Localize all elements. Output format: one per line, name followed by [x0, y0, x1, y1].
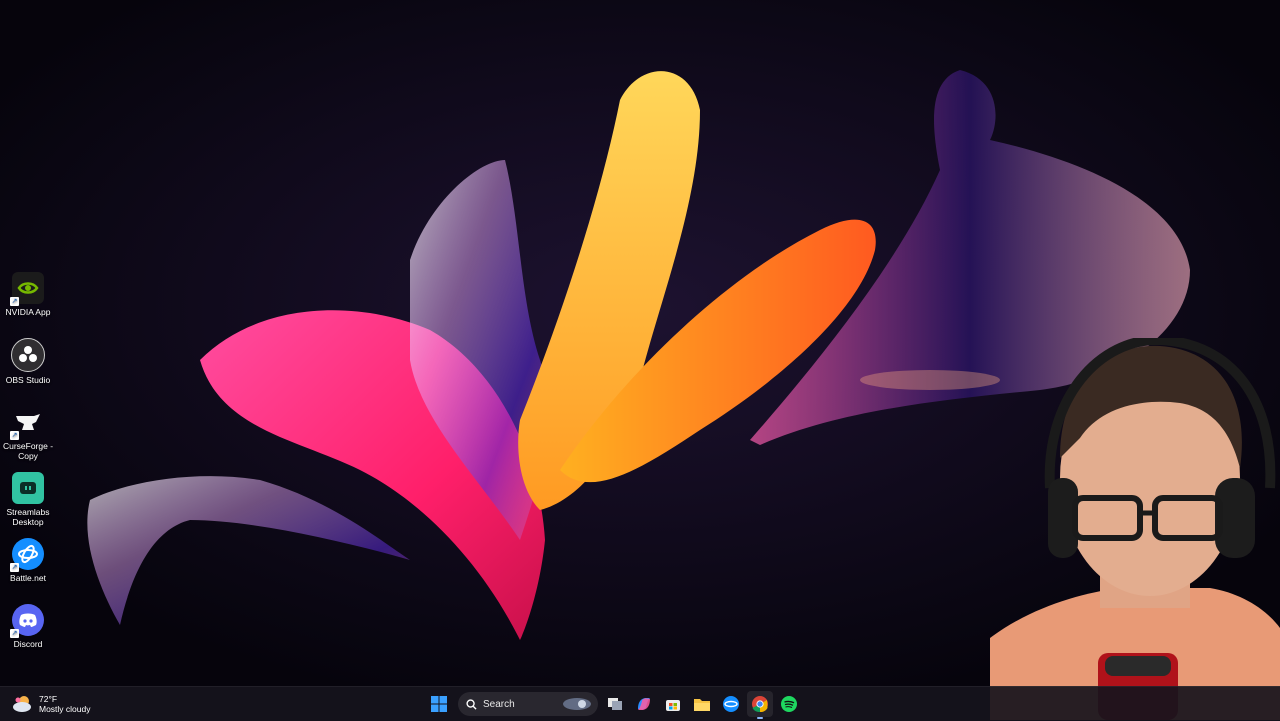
file-explorer-button[interactable] — [689, 691, 715, 717]
search-icon — [466, 698, 477, 710]
desktop-icon-curseforge[interactable]: ↗ CurseForge - Copy — [2, 406, 54, 461]
store-icon — [666, 700, 680, 711]
desktop-icon-label: Streamlabs Desktop — [6, 507, 50, 527]
weather-condition: Mostly cloudy — [39, 704, 91, 714]
chrome-icon — [752, 696, 768, 713]
desktop-icon-label: NVIDIA App — [5, 307, 51, 317]
task-view-button[interactable] — [602, 691, 628, 717]
obs-icon — [11, 338, 45, 372]
task-view-icon — [608, 698, 622, 710]
battlenet-icon: ↗ — [10, 538, 44, 572]
windows-start-icon — [431, 696, 447, 712]
file-explorer-icon — [694, 698, 710, 711]
curseforge-icon: ↗ — [10, 406, 44, 440]
start-button[interactable] — [426, 691, 452, 717]
taskbar: 72°F Mostly cloudy Search — [0, 686, 1280, 721]
desktop-icon-label: OBS Studio — [5, 375, 51, 385]
webcam-overlay — [990, 338, 1280, 720]
chrome-button[interactable] — [747, 691, 773, 719]
taskbar-search[interactable]: Search — [458, 692, 598, 716]
battlenet-taskbar-button[interactable] — [718, 691, 744, 717]
desktop-icon-battlenet[interactable]: ↗ Battle.net — [2, 538, 54, 583]
weather-widget[interactable]: 72°F Mostly cloudy — [12, 691, 91, 717]
copilot-button[interactable] — [631, 691, 657, 717]
active-app-indicator — [757, 717, 763, 719]
spotify-icon — [781, 696, 797, 712]
taskbar-center: Search — [426, 691, 805, 719]
battlenet-taskbar-icon — [723, 696, 739, 712]
search-highlight-icon — [563, 698, 591, 710]
desktop-icon-label: Battle.net — [10, 573, 46, 583]
store-button[interactable] — [660, 691, 686, 717]
shortcut-arrow-icon: ↗ — [10, 563, 19, 572]
spotify-button[interactable] — [776, 691, 802, 717]
desktop-icon-label: Discord — [13, 639, 43, 649]
weather-cloudy-icon — [13, 696, 31, 712]
desktop-icon-obs-studio[interactable]: OBS Studio — [2, 338, 54, 385]
desktop-icon-nvidia-app[interactable]: ↗ NVIDIA App — [2, 272, 54, 317]
weather-temperature: 72°F — [39, 694, 58, 704]
desktop-icon-streamlabs[interactable]: Streamlabs Desktop — [2, 472, 54, 527]
desktop-icon-label: CurseForge - Copy — [2, 441, 54, 461]
copilot-icon — [638, 698, 650, 710]
shortcut-arrow-icon: ↗ — [10, 431, 19, 440]
shortcut-arrow-icon: ↗ — [10, 297, 19, 306]
desktop-icon-discord[interactable]: ↗ Discord — [2, 604, 54, 649]
discord-icon: ↗ — [10, 604, 44, 638]
streamlabs-icon — [12, 472, 44, 504]
shortcut-arrow-icon: ↗ — [10, 629, 19, 638]
search-label: Search — [483, 698, 515, 710]
nvidia-icon: ↗ — [10, 272, 44, 306]
